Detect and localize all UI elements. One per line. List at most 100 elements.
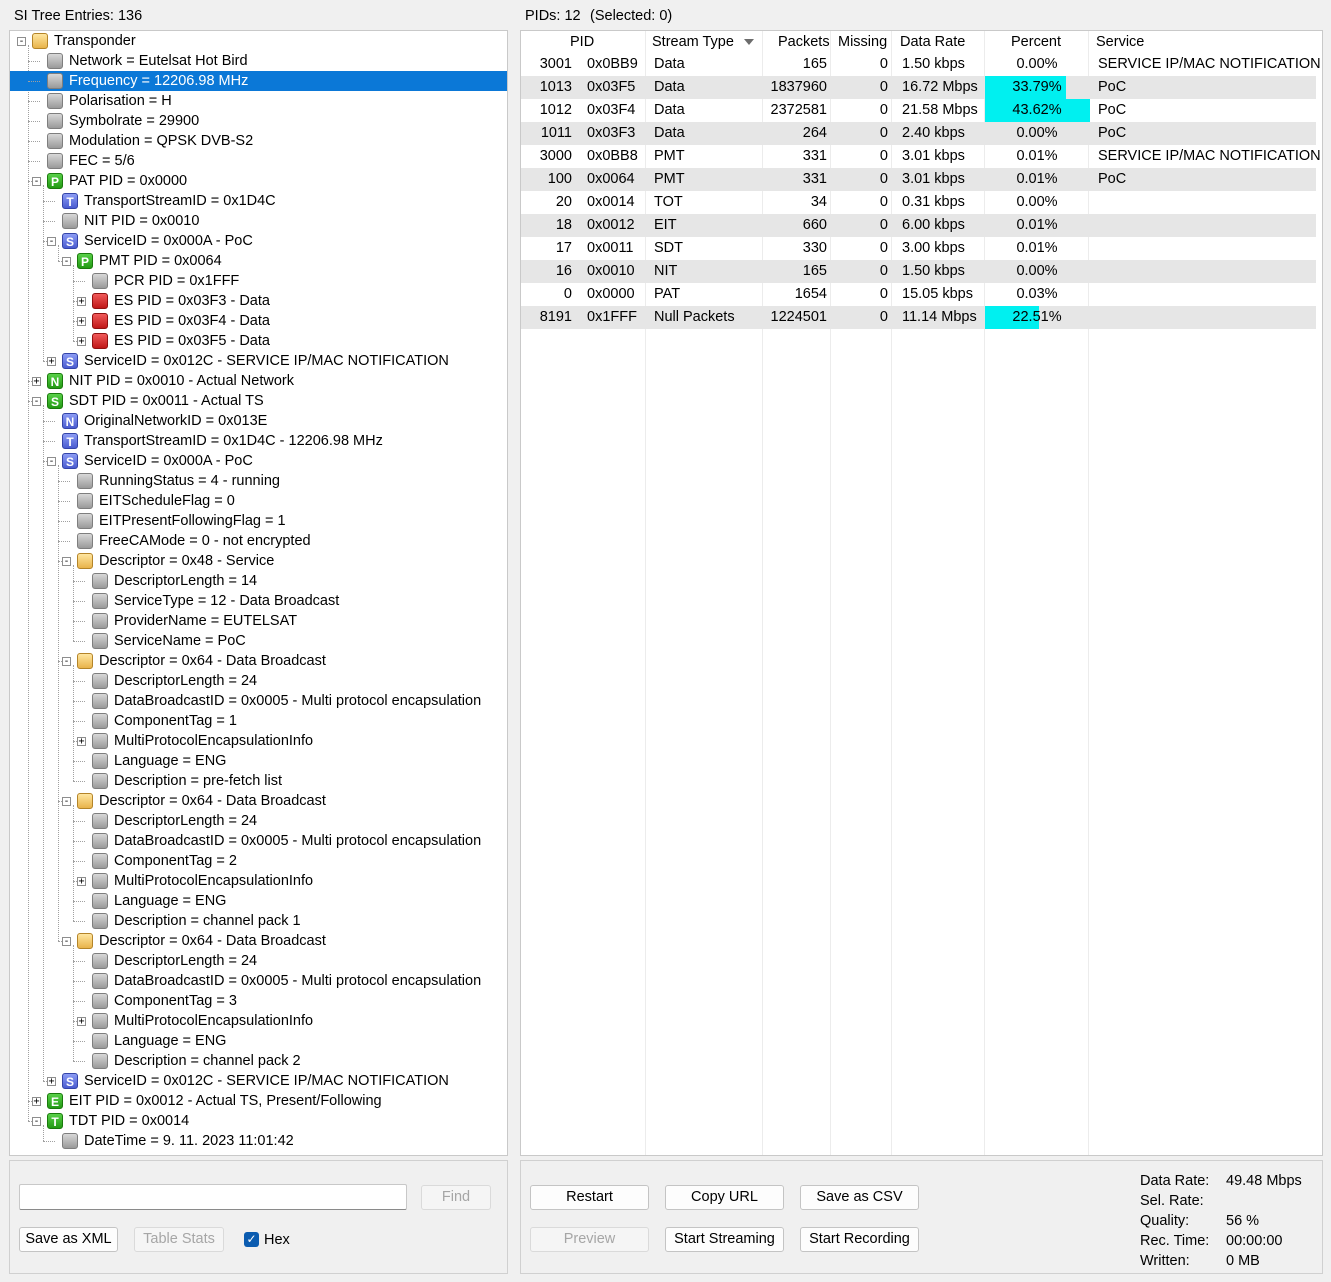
- tree-node[interactable]: + E EIT PID = 0x0012 - Actual TS, Present/…: [10, 1091, 507, 1111]
- expand-icon[interactable]: +: [77, 1017, 86, 1027]
- table-row[interactable]: 1012 0x03F4 Data 2372581 0 21.58 Mbps PoC 43.62…: [521, 99, 1316, 122]
- tree-node[interactable]: N OriginalNetworkID = 0x013E: [10, 411, 507, 431]
- expand-icon[interactable]: +: [77, 877, 86, 887]
- preview-button[interactable]: Preview: [530, 1227, 649, 1252]
- tree-node[interactable]: - Transponder: [10, 31, 507, 51]
- expand-icon[interactable]: +: [47, 1077, 56, 1087]
- tree-node[interactable]: + ES PID = 0x03F3 - Data: [10, 291, 507, 311]
- tree-node[interactable]: Symbolrate = 29900: [10, 111, 507, 131]
- tree-node[interactable]: PCR PID = 0x1FFF: [10, 271, 507, 291]
- table-row[interactable]: 1013 0x03F5 Data 1837960 0 16.72 Mbps PoC 33.79…: [521, 76, 1316, 99]
- tree-node[interactable]: - S SDT PID = 0x0011 - Actual TS: [10, 391, 507, 411]
- collapse-icon[interactable]: -: [32, 177, 41, 187]
- column-header-service[interactable]: Service: [1096, 34, 1144, 50]
- collapse-icon[interactable]: -: [62, 557, 71, 567]
- tree-node-selected[interactable]: Frequency = 12206.98 MHz: [10, 71, 507, 91]
- save-as-xml-button[interactable]: Save as XML: [19, 1227, 118, 1252]
- table-row[interactable]: 0 0x0000 PAT 1654 0 15.05 kbps 0.03%: [521, 283, 1316, 306]
- tree-node[interactable]: DescriptorLength = 24: [10, 811, 507, 831]
- tree-node[interactable]: FreeCAMode = 0 - not encrypted: [10, 531, 507, 551]
- tree-node[interactable]: ComponentTag = 1: [10, 711, 507, 731]
- save-as-csv-button[interactable]: Save as CSV: [800, 1185, 919, 1210]
- sort-down-icon[interactable]: [744, 39, 754, 45]
- tree-node[interactable]: - T TDT PID = 0x0014: [10, 1111, 507, 1131]
- tree-node[interactable]: - Descriptor = 0x48 - Service: [10, 551, 507, 571]
- tree-node[interactable]: DescriptorLength = 24: [10, 951, 507, 971]
- column-header-stream-type[interactable]: Stream Type: [652, 34, 734, 50]
- find-input[interactable]: [19, 1184, 407, 1210]
- tree-node[interactable]: - P PMT PID = 0x0064: [10, 251, 507, 271]
- tree-node[interactable]: + ES PID = 0x03F4 - Data: [10, 311, 507, 331]
- collapse-icon[interactable]: -: [47, 457, 56, 467]
- tree-node[interactable]: - S ServiceID = 0x000A - PoC: [10, 231, 507, 251]
- tree-node[interactable]: EITPresentFollowingFlag = 1: [10, 511, 507, 531]
- start-recording-button[interactable]: Start Recording: [800, 1227, 919, 1252]
- tree-node[interactable]: ProviderName = EUTELSAT: [10, 611, 507, 631]
- pid-table[interactable]: PID Stream Type Packets Missing Data Rate Per…: [520, 30, 1323, 1156]
- tree-node[interactable]: - S ServiceID = 0x000A - PoC: [10, 451, 507, 471]
- tree-node[interactable]: Polarisation = H: [10, 91, 507, 111]
- tree-node[interactable]: DescriptorLength = 14: [10, 571, 507, 591]
- expand-icon[interactable]: +: [32, 377, 41, 387]
- tree-node[interactable]: + S ServiceID = 0x012C - SERVICE IP/MAC NO…: [10, 351, 507, 371]
- tree-node[interactable]: - P PAT PID = 0x0000: [10, 171, 507, 191]
- collapse-icon[interactable]: -: [32, 1117, 41, 1127]
- tree-node[interactable]: + S ServiceID = 0x012C - SERVICE IP/MAC NO…: [10, 1071, 507, 1091]
- collapse-icon[interactable]: -: [62, 797, 71, 807]
- tree-node[interactable]: ServiceName = PoC: [10, 631, 507, 651]
- tree-node[interactable]: - Descriptor = 0x64 - Data Broadcast: [10, 651, 507, 671]
- column-header-missing[interactable]: Missing: [838, 34, 887, 50]
- tree-node[interactable]: Language = ENG: [10, 891, 507, 911]
- tree-node[interactable]: FEC = 5/6: [10, 151, 507, 171]
- tree-node[interactable]: Modulation = QPSK DVB-S2: [10, 131, 507, 151]
- table-row[interactable]: 20 0x0014 TOT 34 0 0.31 kbps 0.00%: [521, 191, 1316, 214]
- tree-node[interactable]: - Descriptor = 0x64 - Data Broadcast: [10, 791, 507, 811]
- tree-node[interactable]: Description = channel pack 2: [10, 1051, 507, 1071]
- table-row[interactable]: 17 0x0011 SDT 330 0 3.00 kbps 0.01%: [521, 237, 1316, 260]
- tree-node[interactable]: RunningStatus = 4 - running: [10, 471, 507, 491]
- start-streaming-button[interactable]: Start Streaming: [665, 1227, 784, 1252]
- column-header-data-rate[interactable]: Data Rate: [900, 34, 965, 50]
- expand-icon[interactable]: +: [77, 337, 86, 347]
- expand-icon[interactable]: +: [47, 357, 56, 367]
- tree-node[interactable]: Language = ENG: [10, 751, 507, 771]
- find-button[interactable]: Find: [421, 1185, 491, 1210]
- tree-node[interactable]: Description = channel pack 1: [10, 911, 507, 931]
- hex-checkbox[interactable]: ✓: [244, 1232, 259, 1247]
- table-row[interactable]: 18 0x0012 EIT 660 0 6.00 kbps 0.01%: [521, 214, 1316, 237]
- tree-node[interactable]: + MultiProtocolEncapsulationInfo: [10, 1011, 507, 1031]
- collapse-icon[interactable]: -: [32, 397, 41, 407]
- column-header-packets[interactable]: Packets: [778, 34, 830, 50]
- expand-icon[interactable]: +: [32, 1097, 41, 1107]
- si-tree-view[interactable]: - Transponder Network = Eutelsat Hot Bird F…: [9, 30, 508, 1156]
- tree-node[interactable]: - Descriptor = 0x64 - Data Broadcast: [10, 931, 507, 951]
- collapse-icon[interactable]: -: [17, 37, 26, 47]
- tree-node[interactable]: DescriptorLength = 24: [10, 671, 507, 691]
- tree-node[interactable]: + N NIT PID = 0x0010 - Actual Network: [10, 371, 507, 391]
- table-row[interactable]: 16 0x0010 NIT 165 0 1.50 kbps 0.00%: [521, 260, 1316, 283]
- tree-node[interactable]: DataBroadcastID = 0x0005 - Multi protoco…: [10, 831, 507, 851]
- expand-icon[interactable]: +: [77, 317, 86, 327]
- table-row[interactable]: 3000 0x0BB8 PMT 331 0 3.01 kbps SERVICE IP/MAC…: [521, 145, 1321, 168]
- tree-node[interactable]: DataBroadcastID = 0x0005 - Multi protoco…: [10, 971, 507, 991]
- collapse-icon[interactable]: -: [62, 657, 71, 667]
- tree-node[interactable]: + MultiProtocolEncapsulationInfo: [10, 871, 507, 891]
- column-header-percent[interactable]: Percent: [1011, 34, 1061, 50]
- tree-node[interactable]: EITScheduleFlag = 0: [10, 491, 507, 511]
- collapse-icon[interactable]: -: [62, 937, 71, 947]
- copy-url-button[interactable]: Copy URL: [665, 1185, 784, 1210]
- table-row[interactable]: 100 0x0064 PMT 331 0 3.01 kbps PoC 0.01%: [521, 168, 1316, 191]
- tree-node[interactable]: ComponentTag = 2: [10, 851, 507, 871]
- tree-node[interactable]: ComponentTag = 3: [10, 991, 507, 1011]
- tree-node[interactable]: Network = Eutelsat Hot Bird: [10, 51, 507, 71]
- tree-node[interactable]: DateTime = 9. 11. 2023 11:01:42: [10, 1131, 507, 1151]
- tree-node[interactable]: Language = ENG: [10, 1031, 507, 1051]
- tree-node[interactable]: + MultiProtocolEncapsulationInfo: [10, 731, 507, 751]
- collapse-icon[interactable]: -: [62, 257, 71, 267]
- tree-node[interactable]: NIT PID = 0x0010: [10, 211, 507, 231]
- expand-icon[interactable]: +: [77, 737, 86, 747]
- tree-node[interactable]: + ES PID = 0x03F5 - Data: [10, 331, 507, 351]
- table-stats-button[interactable]: Table Stats: [134, 1227, 224, 1252]
- expand-icon[interactable]: +: [77, 297, 86, 307]
- collapse-icon[interactable]: -: [47, 237, 56, 247]
